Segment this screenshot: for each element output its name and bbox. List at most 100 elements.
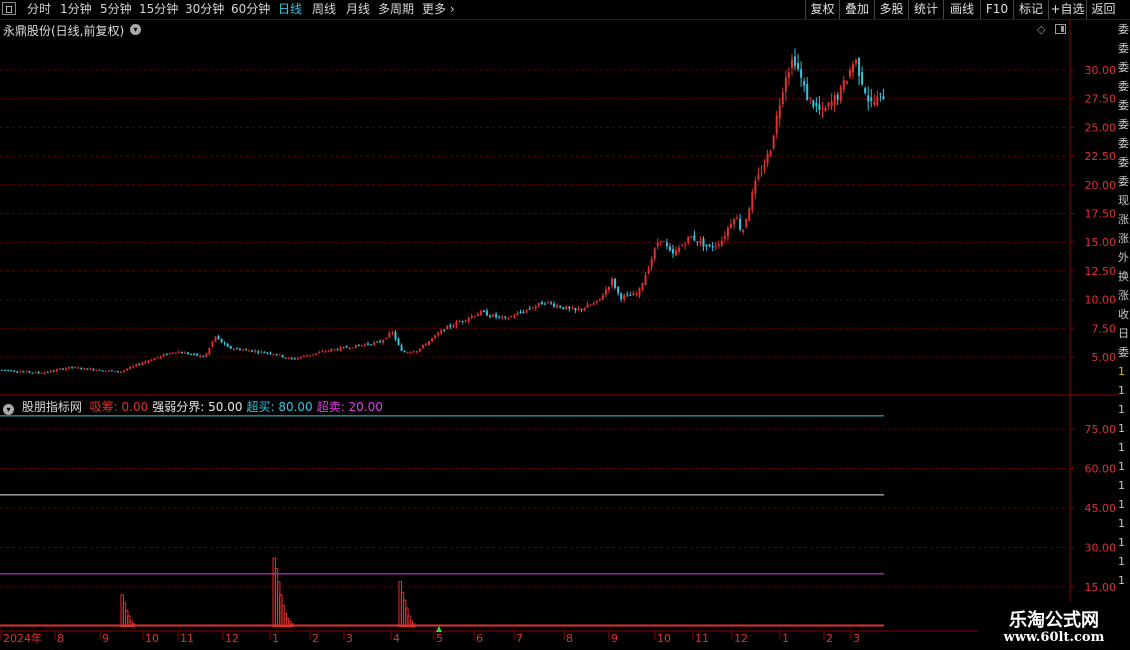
candle-body <box>827 102 830 107</box>
chart-canvas: 30.0027.5025.0022.5020.0017.5015.0012.50… <box>0 20 1118 645</box>
candle-body <box>467 318 470 322</box>
price-tick-label: 30.00 <box>1085 64 1117 77</box>
candle-body <box>220 338 223 343</box>
candle-body <box>711 246 714 248</box>
candle-body <box>187 352 190 355</box>
candle-body <box>617 286 620 293</box>
date-tick-label: 11 <box>695 632 709 645</box>
candle-body <box>13 371 16 373</box>
candle-body <box>565 306 568 310</box>
candle-body <box>479 310 482 315</box>
candle-body <box>394 331 397 340</box>
right-strip-char: 委 <box>1118 61 1129 74</box>
candle-body <box>95 369 98 371</box>
candle-body <box>83 368 86 370</box>
candle-body <box>620 293 623 300</box>
candle-body <box>437 333 440 336</box>
candle-body <box>818 104 821 110</box>
candle-body <box>150 360 153 362</box>
candle-body <box>232 348 235 350</box>
candle-body <box>446 325 449 330</box>
date-tick-label: 10 <box>657 632 671 645</box>
candle-body <box>77 367 80 369</box>
candle-body <box>870 97 873 101</box>
candle-body <box>861 72 864 85</box>
candle-body <box>583 307 586 311</box>
candle-body <box>726 227 729 237</box>
candle-body <box>281 354 284 358</box>
candle-body <box>592 303 595 305</box>
candle-body <box>391 331 394 333</box>
candle-body <box>455 321 458 327</box>
candle-body <box>156 357 159 359</box>
candle-body <box>672 249 674 254</box>
candle-body <box>787 72 790 78</box>
right-strip-char: 1 <box>1118 441 1125 454</box>
candle-body <box>324 351 327 353</box>
candle-body <box>251 350 254 352</box>
candle-body <box>821 108 824 110</box>
candle-body <box>882 96 885 100</box>
right-strip-char: 1 <box>1118 555 1125 568</box>
candle-body <box>705 244 708 247</box>
right-strip-char: 委 <box>1118 346 1129 359</box>
right-strip-char: 收 <box>1118 308 1129 321</box>
candle-body <box>644 274 647 286</box>
candle-body <box>113 370 116 372</box>
candle-body <box>668 246 671 251</box>
candle-body <box>745 218 748 228</box>
candle-body <box>370 344 373 346</box>
candle-body <box>687 236 690 243</box>
candle-body <box>574 307 577 311</box>
candle-body <box>473 315 476 317</box>
candle-body <box>171 352 174 354</box>
date-tick-label: 2024年 <box>3 631 42 645</box>
candle-body <box>165 353 168 355</box>
candle-body <box>214 336 217 342</box>
candle-body <box>104 370 107 372</box>
candle-body <box>699 240 702 244</box>
candle-body <box>769 151 772 157</box>
candle-body <box>92 368 95 371</box>
candle-body <box>257 351 260 353</box>
candle-body <box>260 351 263 353</box>
right-strip-char: 委 <box>1118 80 1129 93</box>
candle-body <box>443 329 446 331</box>
candle-body <box>733 218 735 225</box>
candle-body <box>159 355 162 358</box>
candle-body <box>174 352 177 354</box>
candle-body <box>22 371 25 373</box>
candle-body <box>101 370 104 372</box>
candle-body <box>107 370 110 372</box>
date-tick-label: 3 <box>346 632 353 645</box>
price-tick-label: 25.00 <box>1085 121 1117 134</box>
candle-body <box>333 349 336 351</box>
candle-body <box>598 298 601 300</box>
right-strip-char: 外 <box>1118 251 1129 264</box>
candle-body <box>720 240 723 247</box>
candle-body <box>202 355 205 357</box>
candle-body <box>714 245 717 248</box>
candle-body <box>623 295 626 300</box>
candle-body <box>309 355 312 357</box>
candle-body <box>312 354 315 356</box>
candle-body <box>550 302 552 304</box>
candle-body <box>345 346 348 348</box>
candle-body <box>217 335 220 339</box>
candle-body <box>812 100 815 107</box>
price-tick-label: 20.00 <box>1085 179 1117 192</box>
candle-body <box>153 358 156 361</box>
candle-body <box>775 115 778 134</box>
candle-body <box>327 350 330 352</box>
candle-body <box>177 351 180 353</box>
candle-body <box>193 353 196 355</box>
price-tick-label: 27.50 <box>1085 93 1117 106</box>
candle-body <box>40 373 43 375</box>
candle-body <box>638 288 641 295</box>
candle-body <box>37 372 40 374</box>
candle-body <box>717 244 720 246</box>
candle-body <box>424 344 427 346</box>
date-tick-label: 1 <box>272 632 279 645</box>
candle-body <box>839 86 842 102</box>
date-tick-label: 10 <box>145 632 159 645</box>
